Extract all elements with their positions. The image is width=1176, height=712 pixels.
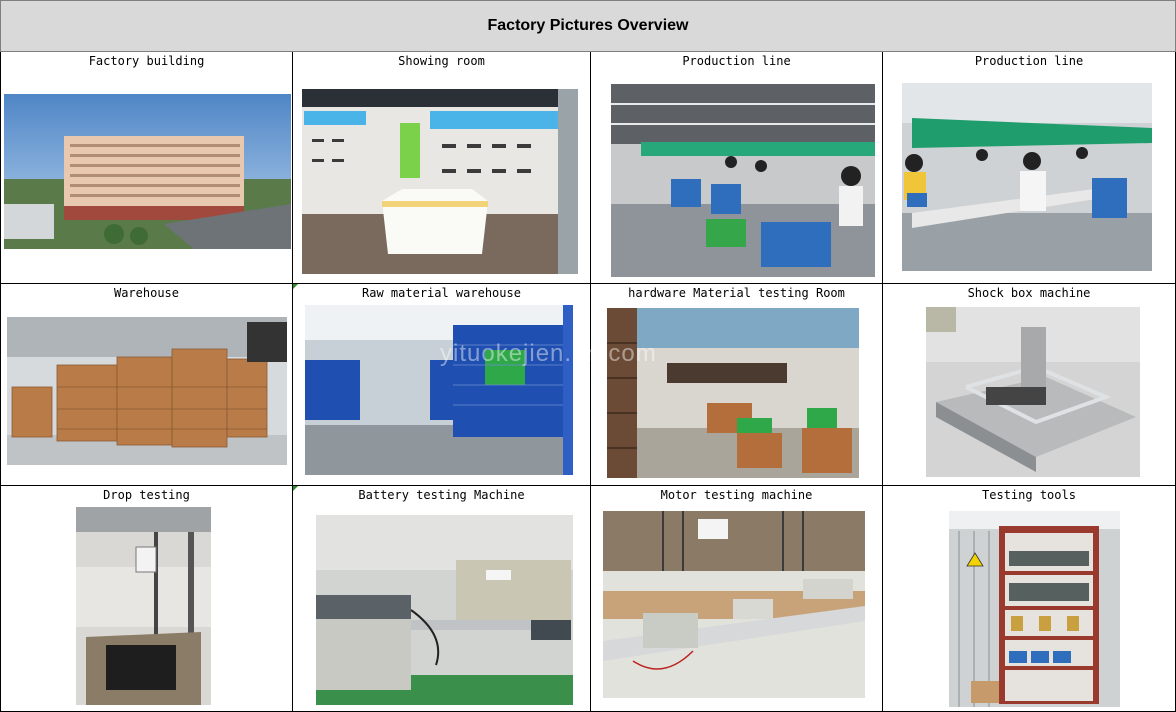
- shock-box-photo: [926, 307, 1140, 477]
- cell-testing-room: hardware Material testing Room: [591, 284, 883, 486]
- raw-material-warehouse-photo: [305, 305, 573, 475]
- cell-caption: Factory building: [88, 54, 205, 68]
- production-line-photo: [611, 84, 875, 277]
- cell-motor-tester: Motor testing machine: [591, 486, 883, 712]
- cell-testing-tools: Testing tools: [883, 486, 1176, 712]
- factory-overview-sheet: Factory Pictures Overview Factory buildi…: [0, 0, 1176, 712]
- showroom-photo: [302, 89, 578, 274]
- cell-production-line-2: Production line: [883, 52, 1176, 284]
- battery-tester-photo: [316, 515, 573, 705]
- cell-warehouse: Warehouse: [0, 284, 293, 486]
- cell-caption: Warehouse: [113, 286, 180, 300]
- warehouse-photo: [7, 317, 287, 465]
- production-line-photo: [902, 83, 1152, 271]
- cell-caption: Drop testing: [103, 488, 190, 502]
- cell-caption: Showing room: [398, 54, 485, 68]
- cell-caption: Production line: [682, 54, 791, 68]
- photo-grid: Factory building Showing room Production…: [0, 52, 1176, 712]
- cell-caption: Production line: [974, 54, 1084, 68]
- cell-production-line-1: Production line: [591, 52, 883, 284]
- cell-caption: Testing tools: [982, 488, 1076, 502]
- cell-raw-material-warehouse: Raw material warehouse: [293, 284, 591, 486]
- factory-building-photo: [4, 94, 291, 249]
- cell-factory-building: Factory building: [0, 52, 293, 284]
- cell-caption: Battery testing Machine: [358, 488, 525, 502]
- cell-caption: Motor testing machine: [660, 488, 813, 502]
- cell-caption: Shock box machine: [967, 286, 1091, 300]
- cell-drop-testing: Drop testing: [0, 486, 293, 712]
- cell-caption: hardware Material testing Room: [628, 286, 845, 300]
- testing-tools-photo: [949, 511, 1120, 707]
- cell-shock-box: Shock box machine: [883, 284, 1176, 486]
- drop-testing-photo: [76, 507, 211, 705]
- cell-caption: Raw material warehouse: [362, 286, 521, 300]
- page-title: Factory Pictures Overview: [0, 0, 1176, 52]
- cell-battery-tester: Battery testing Machine: [293, 486, 591, 712]
- motor-tester-photo: [603, 511, 865, 698]
- testing-room-photo: [607, 308, 859, 478]
- cell-showing-room: Showing room: [293, 52, 591, 284]
